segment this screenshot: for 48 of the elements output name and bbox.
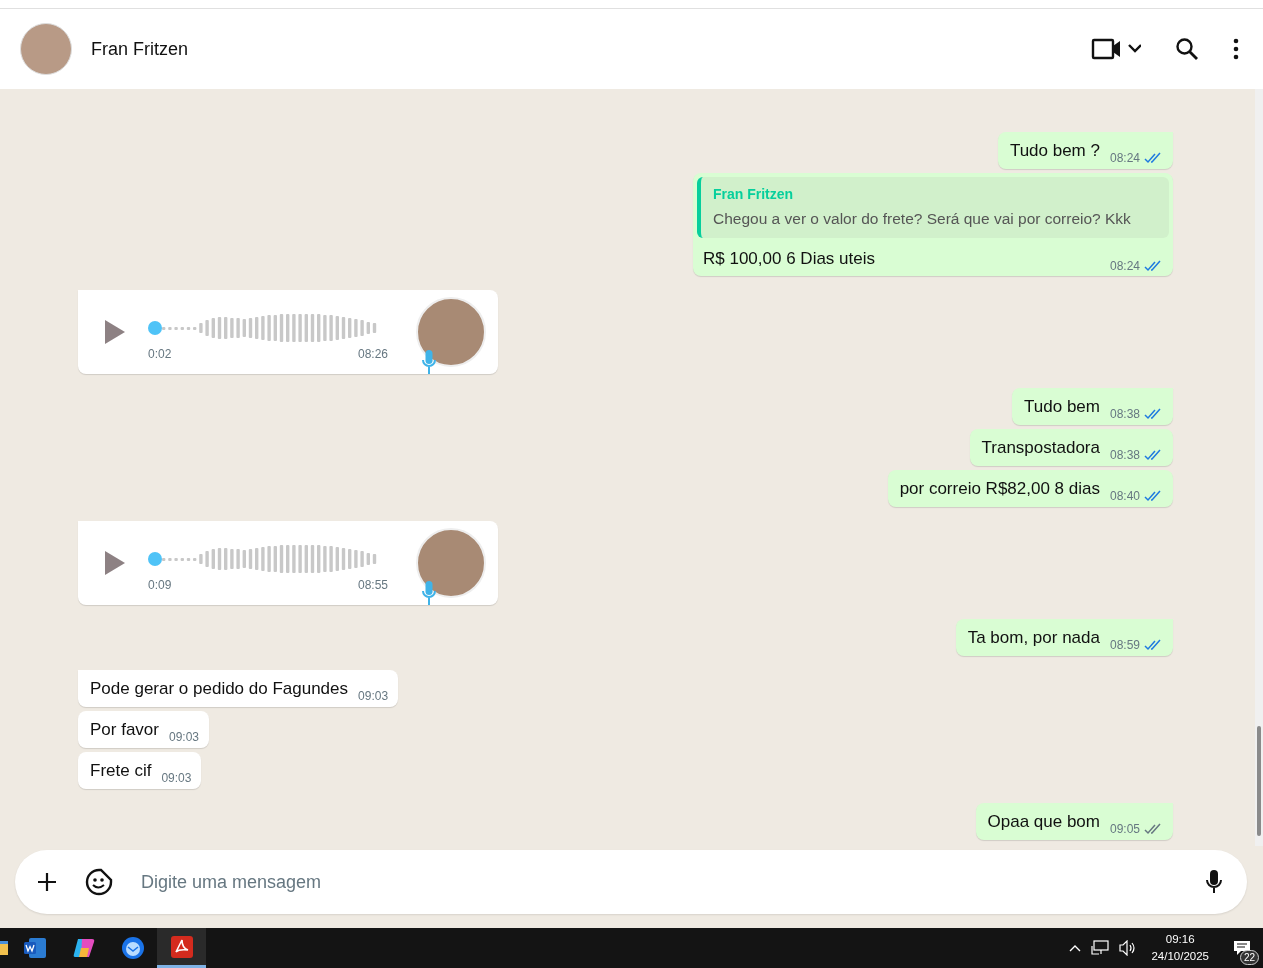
message-time: 09:03 (169, 730, 199, 744)
message-text: Opaa que bom (987, 811, 1100, 833)
message-time: 08:24 (1109, 259, 1140, 273)
message-text: Frete cif (90, 760, 152, 782)
volume-icon[interactable] (1119, 940, 1138, 956)
message-text: Transpostadora (981, 437, 1100, 459)
sticker-button[interactable] (83, 866, 115, 898)
progress-thumb[interactable] (148, 552, 162, 566)
message-text: Pode gerar o pedido do Fagundes (90, 678, 349, 700)
message-time: 08:40 (1109, 489, 1140, 503)
quote-author: Fran Fritzen (713, 186, 795, 202)
play-button[interactable] (104, 319, 126, 345)
notification-count: 22 (1239, 950, 1259, 965)
message-time: 08:55 (357, 578, 388, 592)
microphone-icon (422, 580, 436, 606)
message-text: R$ 100,00 6 Dias uteis (703, 248, 875, 270)
message-time: 08:38 (1109, 448, 1140, 462)
message-time: 08:38 (1109, 407, 1140, 421)
message-input-field[interactable]: Digite uma mensagem (15, 850, 1247, 914)
message-text: por correio R$82,00 8 dias (899, 478, 1100, 500)
audio-duration: 0:09 (148, 578, 172, 592)
quote-text: Chegou a ver o valor do frete? Será que vai por correio? Kkk (713, 210, 1132, 228)
microphone-icon (422, 349, 436, 375)
clock-time[interactable]: 09:16 (1165, 931, 1195, 948)
message-time: 08:59 (1109, 638, 1140, 652)
contact-name[interactable]: Fran Fritzen (91, 38, 189, 60)
progress-thumb[interactable] (148, 321, 162, 335)
message-text: Tudo bem (1024, 396, 1100, 418)
clock-date[interactable]: 24/10/2025 (1151, 948, 1209, 965)
play-button[interactable] (104, 550, 126, 576)
menu-button[interactable] (1231, 36, 1241, 62)
audio-duration: 0:02 (148, 347, 172, 361)
message-time: 09:03 (161, 771, 192, 785)
scrollbar-thumb[interactable] (1257, 726, 1261, 836)
plus-button[interactable] (35, 870, 59, 894)
message-time: 08:26 (357, 347, 388, 361)
message-text: Ta bom, por nada (967, 627, 1100, 649)
message-time: 08:24 (1109, 151, 1140, 165)
message-time: 09:05 (1109, 822, 1140, 836)
caret-up-icon[interactable] (1069, 944, 1082, 952)
message-input[interactable]: Digite uma mensagem (139, 870, 1179, 894)
message-time: 09:03 (358, 689, 389, 703)
message-text: Por favor (90, 719, 159, 741)
quoted-message[interactable]: Fran Fritzen Chegou a ver o valor do frete? Será que vai por correio? Kkk (697, 177, 1169, 238)
pdf-reader-icon[interactable] (157, 928, 206, 968)
network-icon[interactable] (1091, 940, 1110, 956)
message-text: Tudo bem ? (1009, 140, 1100, 162)
contact-avatar[interactable] (20, 23, 72, 75)
